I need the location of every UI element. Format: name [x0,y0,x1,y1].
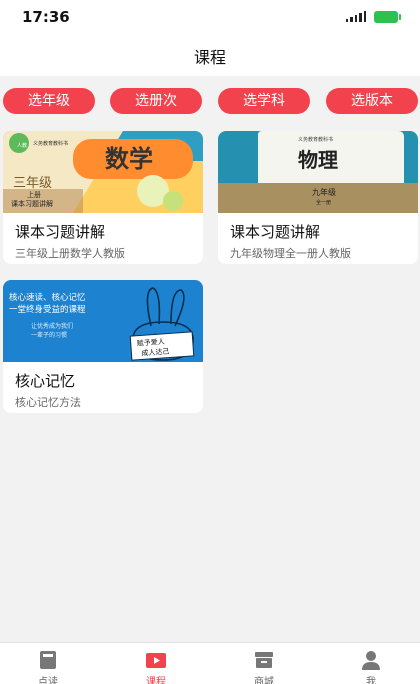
course-title: 课本习题讲解 [230,223,321,241]
bottom-tab-bar: 点读 课程 商城 我 [0,642,420,684]
tab-label: 我 [366,677,376,684]
cover-subject: 物理 [298,148,338,172]
course-cover-physics: 义务教育教科书 物理 九年级 全一册 [218,131,418,213]
cover-badge: 义务教育教科书 [298,136,333,143]
filter-volume-button[interactable]: 选册次 [110,88,202,114]
store-icon [255,652,273,668]
page-title: 课程 [193,48,226,67]
signal-icon [346,11,367,22]
course-card[interactable]: 义务教育教科书 物理 九年级 全一册 课本习题讲解 九年级物理全一册人教版 [218,131,418,264]
course-card[interactable]: 核心速读、核心记忆 一堂终身受益的课程 让优秀成为我们 一辈子的习惯 赋予爱人 … [3,280,203,413]
filter-grade-button[interactable]: 选年级 [3,88,95,114]
filter-subject-button[interactable]: 选学科 [218,88,310,114]
filter-bar: 选年级 选册次 选学科 选版本 [0,88,420,116]
person-icon [362,651,380,670]
course-subtitle: 九年级物理全一册人教版 [230,247,351,260]
cover-volume: 上册 [27,190,41,199]
tab-label: 课程 [146,677,166,684]
cover-line-2: 一堂终身受益的课程 [9,304,86,315]
tab-label: 点读 [38,677,58,684]
course-title: 课本习题讲解 [15,223,106,241]
battery-icon [374,11,401,23]
book-icon [40,651,56,669]
tab-label: 商城 [254,677,274,684]
cover-caption: 课本习题讲解 [11,199,53,208]
video-play-icon [146,653,166,668]
course-subtitle: 三年级上册数学人教版 [15,247,125,260]
course-cover-math: 人教 义务教育教科书 数学 三年级 上册 课本习题讲解 [3,131,203,213]
cover-line-3: 让优秀成为我们 [31,322,73,330]
course-title: 核心记忆 [15,372,76,390]
course-subtitle: 核心记忆方法 [15,396,81,409]
tab-read[interactable]: 点读 [18,647,78,684]
header: 课程 [0,34,420,76]
course-cover-memory: 核心速读、核心记忆 一堂终身受益的课程 让优秀成为我们 一辈子的习惯 赋予爱人 … [3,280,203,362]
cover-subject: 数学 [105,145,153,173]
status-time: 17:36 [22,8,70,26]
tab-courses[interactable]: 课程 [126,647,186,684]
tab-store[interactable]: 商城 [234,647,294,684]
tab-me[interactable]: 我 [341,647,401,684]
status-bar: 17:36 [0,0,420,34]
cover-badge: 义务教育教科书 [33,140,68,147]
cover-logo-text: 人教 [17,142,27,149]
cover-volume: 全一册 [316,199,331,206]
cover-grade: 九年级 [312,187,336,197]
filter-edition-button[interactable]: 选版本 [326,88,418,114]
cover-grade: 三年级 [13,176,52,191]
cover-line-4: 一辈子的习惯 [31,331,67,339]
cover-line-1: 核心速读、核心记忆 [9,292,86,303]
course-card[interactable]: 人教 义务教育教科书 数学 三年级 上册 课本习题讲解 课本习题讲解 三年级上册… [3,131,203,264]
